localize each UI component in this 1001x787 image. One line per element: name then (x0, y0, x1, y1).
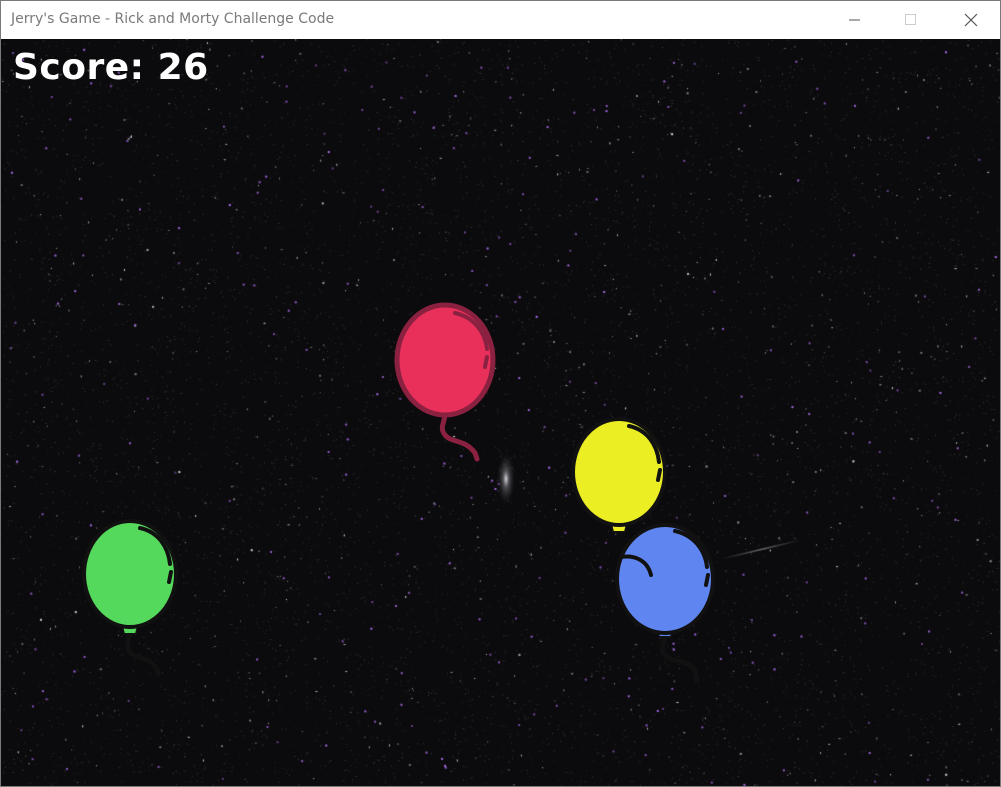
title-bar[interactable]: Jerry's Game - Rick and Morty Challenge … (1, 1, 1000, 39)
balloon-yellow[interactable] (569, 416, 673, 536)
game-window: Jerry's Game - Rick and Morty Challenge … (0, 0, 1001, 787)
game-canvas[interactable]: Score: 26 (1, 39, 1000, 786)
close-button[interactable] (948, 1, 994, 39)
window-title: Jerry's Game - Rick and Morty Challenge … (11, 11, 335, 27)
maximize-icon (905, 14, 916, 25)
balloon-blue[interactable] (613, 521, 723, 691)
close-icon (964, 13, 978, 27)
maximize-button[interactable] (888, 1, 934, 39)
balloon-green[interactable] (80, 518, 184, 683)
balloon-red[interactable] (393, 301, 503, 471)
minimize-icon (849, 19, 860, 21)
minimize-button[interactable] (832, 1, 878, 39)
score-display: Score: 26 (13, 47, 209, 88)
